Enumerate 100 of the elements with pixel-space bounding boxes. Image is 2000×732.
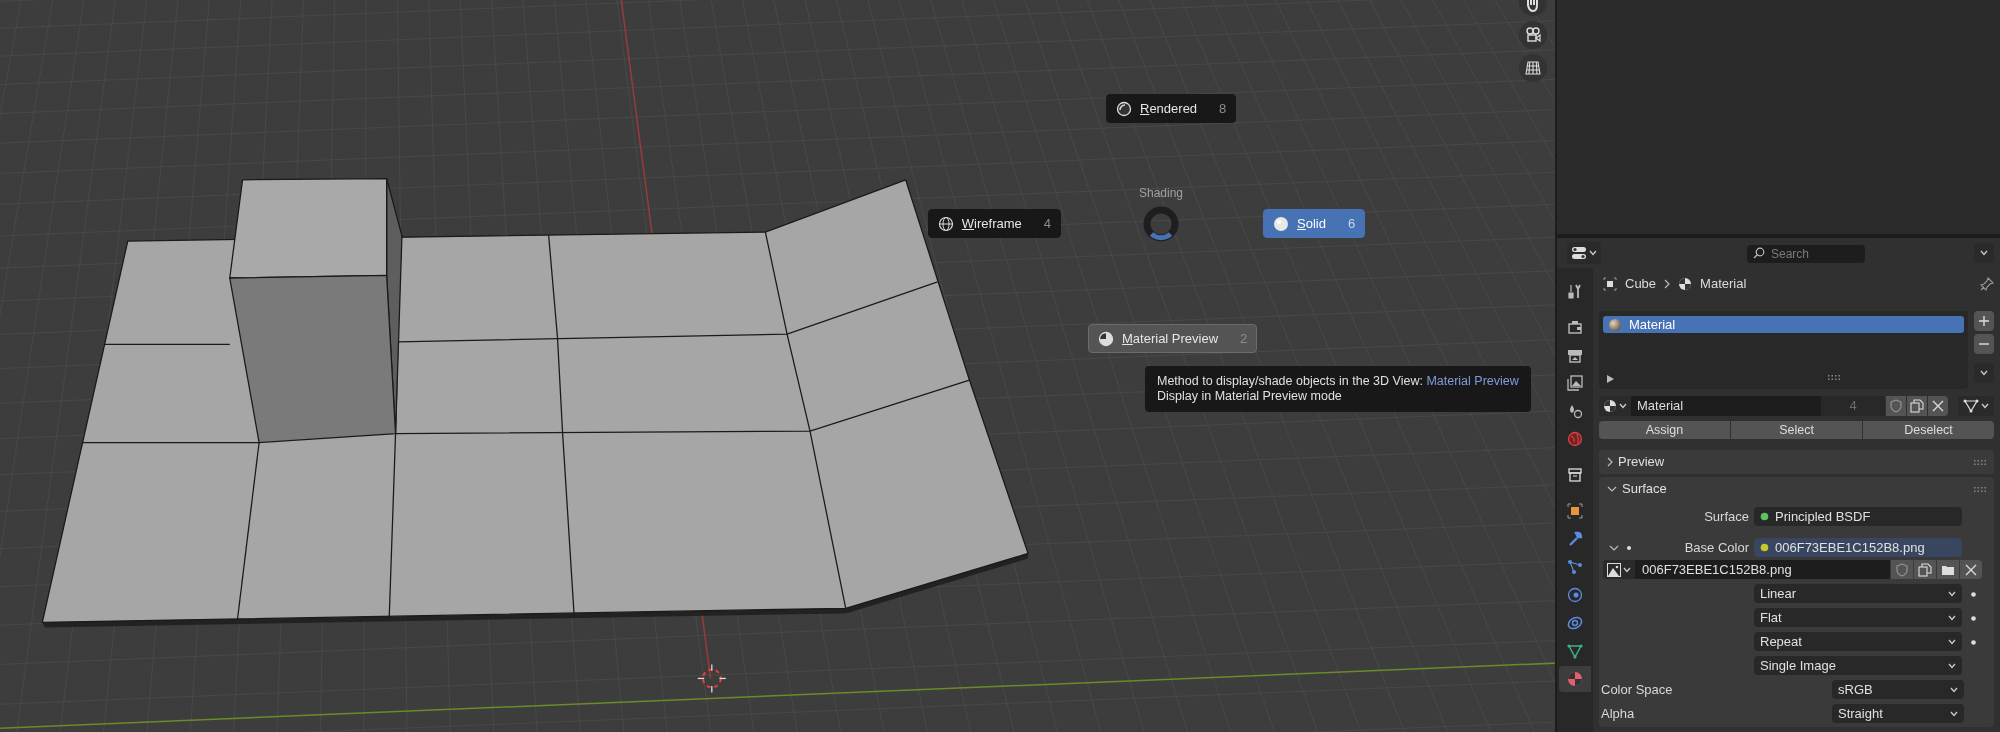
minus-icon [1979,343,1989,345]
globe-icon[interactable] [1567,431,1583,447]
slot-action-button[interactable]: Select [1731,421,1862,439]
material-icon [1678,277,1693,291]
field-label: Surface [1703,508,1749,526]
globe-icon [937,215,954,232]
chevron-down-icon [1948,662,1956,669]
material-name-field[interactable]: Material [1631,396,1821,416]
chevron-down-icon [1980,370,1988,376]
pie-menu-item[interactable]: Material Preview 2 [1088,324,1258,353]
toggle-icon [1571,246,1587,260]
chevron-down-icon [1623,566,1631,573]
shield-icon[interactable] [1895,562,1909,577]
link-target-button[interactable] [1958,396,1994,416]
image-icon [1607,562,1621,577]
dropdown-button[interactable] [1974,243,1994,263]
keyframe-dot-icon[interactable] [1971,592,1976,598]
field-label: Base Color [1683,539,1749,557]
material-sphere-icon[interactable] [1567,671,1583,687]
chevron-down-icon [1980,250,1988,256]
material-slot[interactable]: Material [1603,316,1964,333]
texture-field[interactable]: 006F73EBE1C152B8.png [1754,538,1962,558]
dropdown[interactable]: Linear [1754,584,1962,604]
chevron-down-icon [1950,686,1958,693]
add-slot-button[interactable] [1974,311,1994,331]
direction-indicator-icon [1142,205,1180,243]
chevron-right-icon [1664,279,1671,289]
slot-action-button[interactable]: Deselect [1863,421,1994,439]
orbit-icon[interactable] [1567,587,1583,603]
half-sphere-icon [1098,330,1114,347]
tooltip-description: Display in Material Preview mode [1157,389,1343,404]
box-icon[interactable] [1567,467,1583,483]
material-browse-button[interactable] [1599,396,1631,416]
shield-icon[interactable] [1889,399,1903,413]
editor-type-button[interactable] [1567,242,1601,264]
material-ball-icon [1609,318,1621,331]
field-label: Color Space [1601,681,1674,699]
drops-icon[interactable] [1567,403,1583,419]
keyframe-dot-icon[interactable] [1971,640,1976,646]
dropdown[interactable]: Straight [1832,704,1964,724]
pie-menu-item[interactable]: Wireframe 4 [927,209,1061,238]
printer-icon[interactable] [1567,347,1583,363]
socket-dot-icon [1760,512,1769,522]
tooltip-text: Method to display/shade objects in the 3D View: Material Preview [1157,374,1519,389]
chevron-down-icon [1981,403,1989,409]
image-browse-button[interactable] [1603,560,1635,579]
nodes-icon[interactable] [1567,559,1583,575]
breadcrumb-item: Material [1700,275,1747,294]
keyframe-dot-icon[interactable] [1971,616,1976,622]
remove-slot-button[interactable] [1974,334,1994,354]
camera-back-icon[interactable] [1567,319,1583,335]
plus-icon [1979,316,1989,326]
sphere-icon [1273,215,1289,232]
grip-icon[interactable] [1828,375,1840,380]
panel-header[interactable]: Preview [1599,450,1994,474]
grid-icon[interactable] [1523,58,1543,78]
breadcrumb-item: Cube [1625,275,1657,294]
chevron-down-icon [1948,590,1956,597]
panel-header[interactable]: Surface [1599,477,1994,501]
chevron-down-icon [1619,403,1627,409]
search-field[interactable]: Search [1747,245,1865,263]
triangle-mesh-icon[interactable] [1567,643,1583,659]
chevron-down-icon [1950,710,1958,717]
dropdown[interactable]: Flat [1754,608,1962,628]
chevron-down-icon [1948,638,1956,645]
dropdown[interactable]: sRGB [1832,680,1964,700]
shader-field[interactable]: Principled BSDF [1754,507,1962,527]
pie-menu-item[interactable]: Rendered 8 [1106,94,1237,123]
image-name-field[interactable]: 006F73EBE1C152B8.png [1635,560,1890,579]
camera-icon[interactable] [1523,25,1543,45]
grip-icon[interactable] [1974,459,1986,465]
tools-icon[interactable] [1567,283,1583,299]
properties-tab[interactable] [1559,666,1591,692]
slot-action-button[interactable]: Assign [1599,421,1730,439]
chevron-down-icon [1589,250,1597,256]
dropdown[interactable]: Repeat [1754,632,1962,652]
dropdown[interactable]: Single Image [1754,656,1962,675]
copy-icon[interactable] [1910,399,1924,413]
dot-icon [1627,545,1631,550]
pin-icon[interactable] [1980,277,1994,291]
wrench-icon[interactable] [1567,531,1583,547]
image-stack-icon[interactable] [1567,375,1583,391]
menu-title: Shading [1137,185,1184,202]
triangle-mesh-icon [1963,399,1979,413]
3d-cursor-icon [697,663,727,694]
socket-dot-icon [1760,543,1769,553]
object-icon [1603,277,1617,291]
link-icon[interactable] [1567,615,1583,631]
grip-icon[interactable] [1974,486,1986,492]
square-icon[interactable] [1567,503,1583,519]
close-icon[interactable] [1964,562,1978,577]
pie-menu-item[interactable]: Solid 6 [1263,209,1366,238]
material-icon [1603,399,1617,413]
copy-icon[interactable] [1918,562,1932,577]
field-label: Alpha [1601,705,1636,723]
chevron-down-icon [1948,614,1956,621]
slot-menu-button[interactable] [1974,363,1994,383]
chevron-down-icon [1607,486,1617,492]
expand-triangle-icon[interactable] [1607,375,1614,383]
close-icon[interactable] [1931,399,1945,413]
